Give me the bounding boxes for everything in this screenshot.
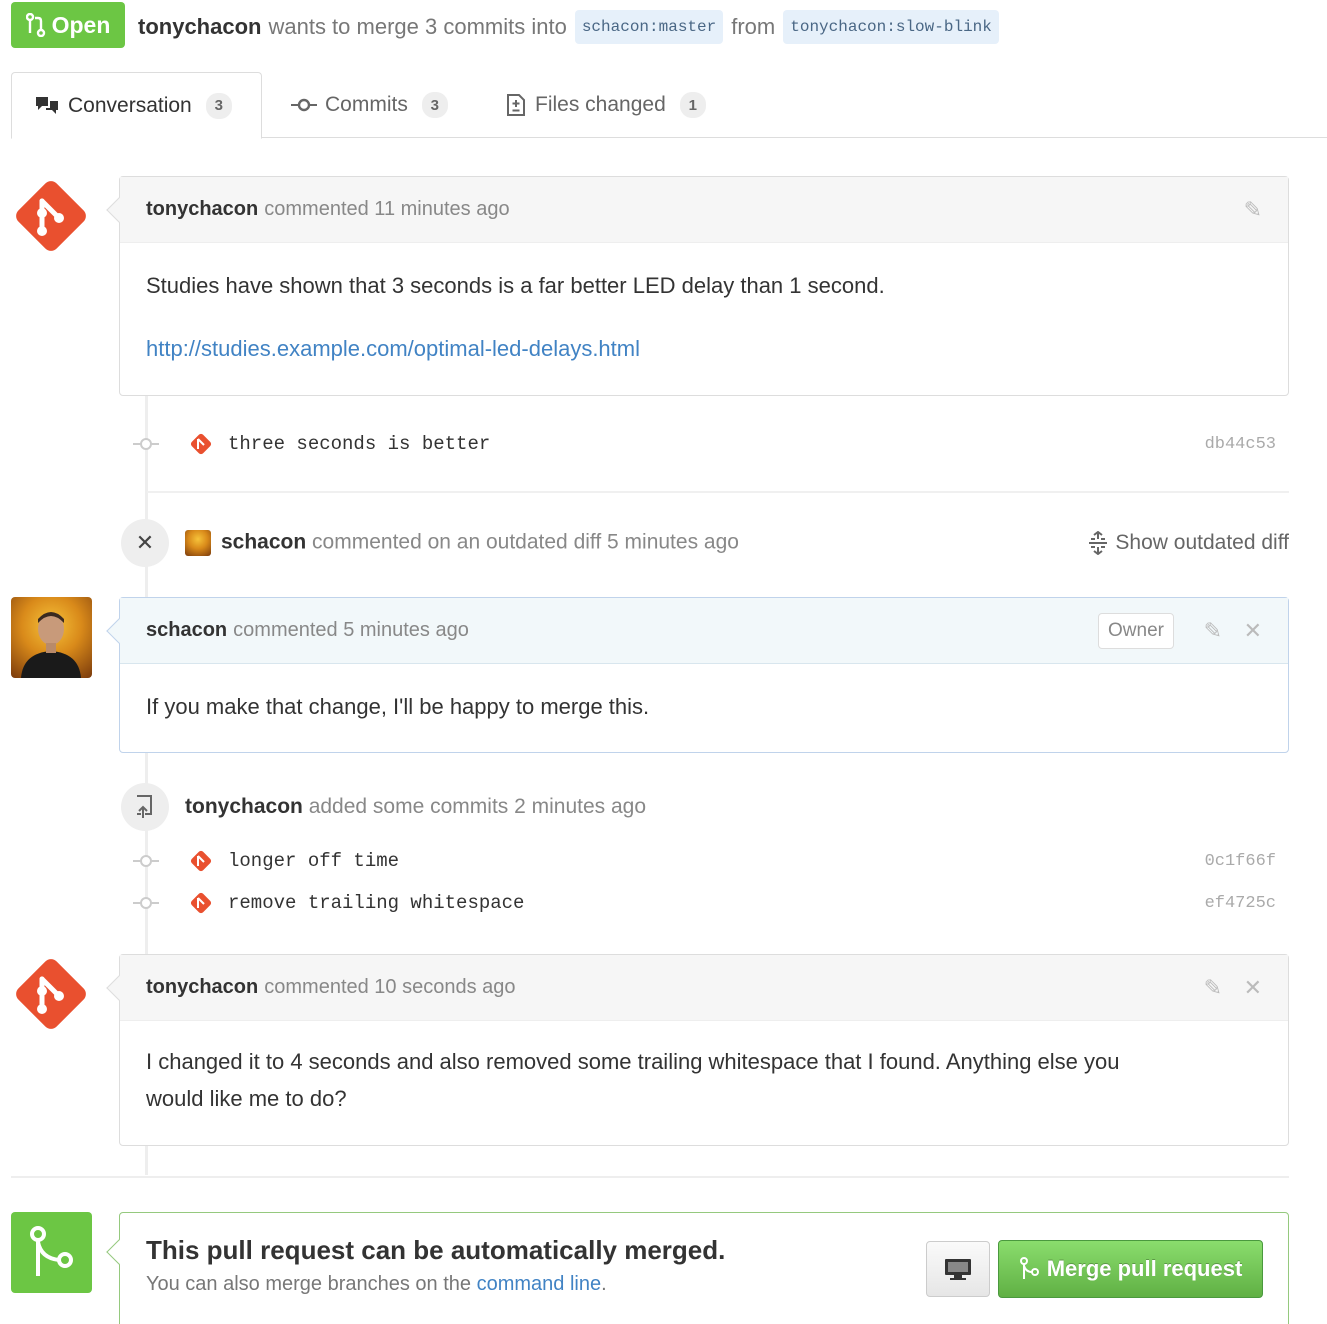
- owner-comment-box: schacon commented 5 minutes ago Owner ✎ …: [106, 597, 1289, 753]
- terminal-icon: [945, 1259, 971, 1280]
- outdated-diff-event: ✕ schacon commented on an outdated diff …: [121, 519, 1289, 567]
- comment-meta[interactable]: commented 10 seconds ago: [264, 976, 515, 999]
- comment-body: Studies have shown that 3 seconds is a f…: [120, 267, 1288, 367]
- repo-push-icon: [121, 783, 169, 831]
- git-logo-mini-avatar: [190, 850, 212, 872]
- comment-text-line: would like me to do?: [146, 1086, 347, 1111]
- merge-summary: tonychacon wants to merge 3 commits into…: [138, 10, 1007, 44]
- base-branch-tag: schacon:master: [574, 10, 724, 44]
- close-icon[interactable]: ✕: [1244, 618, 1262, 644]
- git-logo-mini-avatar: [190, 892, 212, 914]
- merge-button-label: Merge pull request: [1046, 1256, 1243, 1281]
- diff-icon: [507, 94, 525, 116]
- command-line-link[interactable]: command line: [477, 1273, 602, 1295]
- commit-message[interactable]: three seconds is better: [228, 433, 490, 455]
- commit-sha[interactable]: 0c1f66f: [1205, 852, 1276, 871]
- tab-conversation-label: Conversation: [68, 93, 192, 117]
- commit-row: longer off time 0c1f66f: [133, 843, 1289, 879]
- pr-tabs: Conversation 3 Commits 3 Files changed 1: [11, 72, 1327, 139]
- tab-conversation-count: 3: [205, 92, 232, 119]
- event-text: commented on an outdated diff 5 minutes …: [312, 530, 739, 554]
- pr-state-label: Open: [51, 11, 111, 38]
- comment-author[interactable]: tonychacon: [146, 976, 258, 999]
- schacon-mini-avatar: [185, 530, 211, 556]
- merge-box-arrow: [106, 1239, 132, 1265]
- tab-files-changed-label: Files changed: [535, 93, 666, 116]
- added-commits-event: tonychacon added some commits 2 minutes …: [121, 783, 1289, 831]
- person-photo-icon: [21, 612, 81, 678]
- git-merge-icon: [1019, 1257, 1039, 1279]
- show-outdated-diff-button[interactable]: Show outdated diff: [1087, 531, 1289, 555]
- commit-sha[interactable]: ef4725c: [1205, 894, 1276, 913]
- comment-meta[interactable]: commented 5 minutes ago: [233, 619, 469, 642]
- command-line-instructions-button[interactable]: [926, 1241, 990, 1297]
- tab-files-changed-count: 1: [679, 92, 706, 118]
- unfold-icon: [1089, 531, 1108, 555]
- x-icon: ✕: [121, 519, 169, 567]
- git-logo-avatar[interactable]: [10, 953, 92, 1035]
- tab-files-changed[interactable]: Files changed 1: [505, 72, 706, 138]
- comment-header: schacon commented 5 minutes ago Owner ✎ …: [120, 598, 1288, 664]
- event-author[interactable]: schacon: [221, 531, 306, 554]
- commit-row: three seconds is better db44c53: [133, 426, 1289, 462]
- timeline-divider: [11, 1176, 1289, 1178]
- event-author[interactable]: tonychacon: [185, 795, 303, 818]
- comment-text-line: I changed it to 4 seconds and also remov…: [146, 1049, 1120, 1074]
- git-merge-icon: [30, 1226, 73, 1276]
- comment-box: tonychacon commented 11 minutes ago ✎ St…: [106, 176, 1289, 396]
- git-commit-node-icon: [133, 438, 159, 450]
- show-outdated-diff-label: Show outdated diff: [1115, 531, 1289, 554]
- git-logo-mini-avatar: [190, 433, 212, 455]
- merge-box: This pull request can be automatically m…: [106, 1212, 1289, 1324]
- commit-row: remove trailing whitespace ef4725c: [133, 885, 1289, 921]
- comment-author[interactable]: tonychacon: [146, 198, 258, 221]
- timeline-separator: [147, 491, 1289, 493]
- commit-message[interactable]: longer off time: [228, 850, 399, 872]
- git-commit-node-icon: [133, 897, 159, 909]
- added-commits-text: tonychacon added some commits 2 minutes …: [185, 795, 646, 819]
- merge-status-title: This pull request can be automatically m…: [146, 1235, 726, 1265]
- merge-status-icon: [11, 1212, 92, 1293]
- comment-text: If you make that change, I'll be happy t…: [146, 694, 650, 719]
- comment-body: I changed it to 4 seconds and also remov…: [120, 1043, 1288, 1117]
- pencil-icon[interactable]: ✎: [1244, 197, 1262, 223]
- merge-sub-prefix: You can also merge branches on the: [146, 1273, 472, 1295]
- outdated-diff-text: schacon commented on an outdated diff 5 …: [185, 530, 739, 556]
- comment-text: Studies have shown that 3 seconds is a f…: [146, 273, 885, 298]
- pencil-icon[interactable]: ✎: [1204, 975, 1222, 1001]
- comment-header: tonychacon commented 10 seconds ago ✎ ✕: [120, 955, 1288, 1021]
- from-word: from: [731, 14, 776, 39]
- comment-meta[interactable]: commented 11 minutes ago: [264, 198, 509, 221]
- merge-sub-suffix: .: [601, 1273, 607, 1295]
- merge-status-subtitle: You can also merge branches on the comma…: [146, 1273, 607, 1296]
- comment-link[interactable]: http://studies.example.com/optimal-led-d…: [146, 336, 640, 361]
- tab-commits[interactable]: Commits 3: [291, 72, 448, 138]
- merge-summary-text: wants to merge 3 commits into: [268, 14, 567, 39]
- comment-box: tonychacon commented 10 seconds ago ✎ ✕ …: [106, 954, 1289, 1146]
- git-commit-node-icon: [133, 855, 159, 867]
- tab-commits-label: Commits: [325, 93, 408, 116]
- schacon-avatar[interactable]: [11, 597, 92, 678]
- tab-commits-count: 3: [421, 92, 448, 118]
- git-pull-request-icon: [25, 13, 45, 37]
- pencil-icon[interactable]: ✎: [1204, 618, 1222, 644]
- comment-body: If you make that change, I'll be happy t…: [120, 688, 1288, 725]
- owner-badge: Owner: [1098, 613, 1174, 649]
- commit-message[interactable]: remove trailing whitespace: [228, 892, 524, 914]
- comment-discussion-icon: [36, 96, 58, 114]
- git-logo-avatar[interactable]: [10, 175, 92, 257]
- comment-author[interactable]: schacon: [146, 619, 227, 642]
- pr-state-badge: Open: [11, 2, 125, 48]
- pr-author-link[interactable]: tonychacon: [138, 14, 261, 40]
- git-commit-icon: [291, 98, 317, 112]
- close-icon[interactable]: ✕: [1244, 975, 1262, 1001]
- event-text: added some commits 2 minutes ago: [308, 795, 647, 818]
- comment-header: tonychacon commented 11 minutes ago ✎: [120, 177, 1288, 243]
- head-branch-tag: tonychacon:slow-blink: [783, 10, 999, 44]
- merge-pull-request-button[interactable]: Merge pull request: [998, 1240, 1263, 1298]
- commit-sha[interactable]: db44c53: [1205, 435, 1276, 454]
- tab-conversation[interactable]: Conversation 3: [11, 72, 262, 139]
